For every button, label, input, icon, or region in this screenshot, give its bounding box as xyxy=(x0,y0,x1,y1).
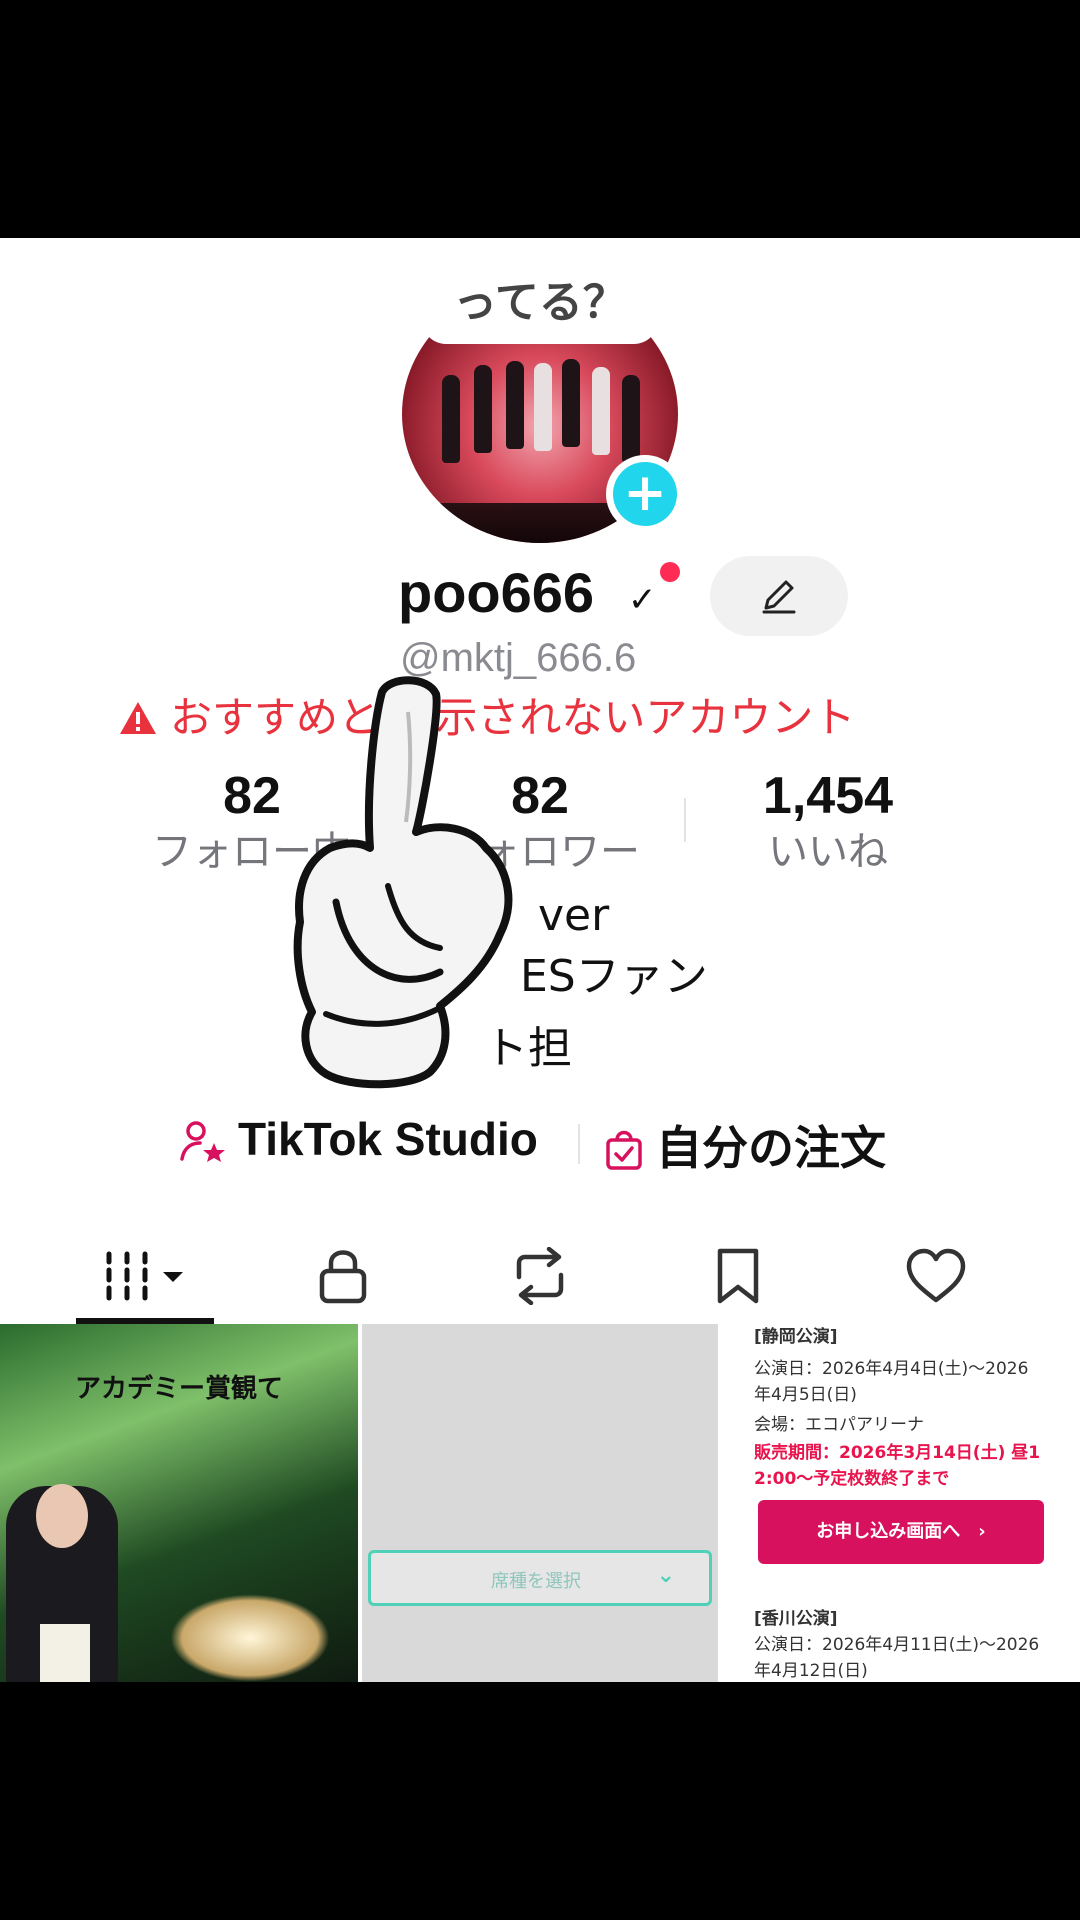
profile-tabs xyxy=(0,1228,1080,1324)
video-caption: アカデミー賞観て xyxy=(74,1374,283,1404)
stat-divider xyxy=(684,798,686,842)
ticket-text: 年4月5日(日) xyxy=(754,1385,857,1405)
warning-icon xyxy=(120,702,156,734)
row-divider xyxy=(578,1124,580,1164)
avatar-figure xyxy=(474,365,492,453)
select-placeholder: 席種を選択 xyxy=(491,1571,581,1592)
apply-button-graphic: お申し込み画面へ › xyxy=(758,1500,1044,1564)
ticket-text: [香川公演] xyxy=(754,1609,838,1629)
studio-person-icon xyxy=(180,1121,225,1162)
video-thumbnail[interactable]: アカデミー賞観て xyxy=(0,1324,358,1682)
seat-select-graphic: 席種を選択 ⌄ xyxy=(368,1550,712,1606)
shopping-bag-icon xyxy=(606,1130,642,1170)
tab-liked[interactable] xyxy=(866,1228,1006,1324)
ticket-text: [静岡公演] xyxy=(754,1327,838,1347)
my-orders-label: 自分の注文 xyxy=(656,1121,886,1175)
ticket-text: 会場：エコパアリーナ xyxy=(754,1415,924,1435)
likes-count: 1,454 xyxy=(762,767,894,825)
repost-icon xyxy=(516,1247,564,1305)
chevron-down-icon xyxy=(163,1272,183,1282)
bookmark-icon xyxy=(717,1248,759,1304)
ticket-text: 販売期間：2026年3月14日(土) 昼1 xyxy=(754,1443,1041,1463)
avatar-figure xyxy=(442,375,460,463)
bio-line: ver xyxy=(538,890,610,941)
avatar-figure xyxy=(534,363,552,451)
avatar-figure xyxy=(506,361,524,449)
chandelier-graphic xyxy=(170,1594,330,1682)
avatar-note-bubble[interactable]: ってる？ xyxy=(422,268,658,344)
add-story-button[interactable]: + xyxy=(606,455,684,533)
ticket-text: 年4月12日(日) xyxy=(754,1661,868,1681)
pointing-hand-sticker xyxy=(293,676,513,1089)
tiktok-studio-button[interactable]: TikTok Studio xyxy=(180,1112,538,1166)
video-grid: アカデミー賞観て 席種を選択 ⌄ [静岡公演] 公演日：2026年4月4日(土)… xyxy=(0,1324,1080,1682)
lock-icon xyxy=(319,1250,367,1304)
tab-videos[interactable] xyxy=(76,1228,216,1324)
grid-icon xyxy=(106,1251,183,1301)
tiktok-studio-label: TikTok Studio xyxy=(238,1113,538,1165)
award-plaque-graphic xyxy=(40,1624,90,1682)
face-graphic xyxy=(36,1484,88,1548)
avatar-figure xyxy=(562,359,580,447)
avatar-figure xyxy=(622,375,640,463)
pencil-icon xyxy=(762,580,796,614)
ticket-text: 2:00～予定枚数終了まで xyxy=(754,1469,950,1489)
chevron-down-icon[interactable]: ✓ xyxy=(628,580,657,620)
plus-icon: + xyxy=(613,462,677,526)
ticket-text: 公演日：2026年4月4日(土)～2026 xyxy=(754,1359,1029,1379)
tab-private[interactable] xyxy=(273,1228,413,1324)
avatar-figure xyxy=(592,367,610,455)
username: poo666 xyxy=(398,561,595,624)
creator-tools-row: TikTok Studio 自分の注文 xyxy=(0,1112,1080,1175)
my-orders-button[interactable]: 自分の注文 xyxy=(604,1112,886,1178)
tab-reposts[interactable] xyxy=(470,1228,610,1324)
video-thumbnail[interactable]: 席種を選択 ⌄ xyxy=(362,1324,718,1682)
chevron-down-icon: ⌄ xyxy=(656,1563,675,1588)
heart-icon xyxy=(906,1248,966,1303)
likes-stat[interactable]: 1,454 いいね xyxy=(698,766,958,878)
video-thumbnail[interactable]: [静岡公演] 公演日：2026年4月4日(土)～2026 年4月5日(日) 会場… xyxy=(722,1324,1080,1682)
notification-dot xyxy=(660,562,680,582)
ticket-text: 公演日：2026年4月11日(土)～2026 xyxy=(754,1635,1040,1655)
likes-label: いいね xyxy=(768,829,888,875)
tab-favorites[interactable] xyxy=(668,1228,808,1324)
edit-profile-button[interactable] xyxy=(710,556,848,636)
bio-line: ESファン xyxy=(520,951,708,1002)
